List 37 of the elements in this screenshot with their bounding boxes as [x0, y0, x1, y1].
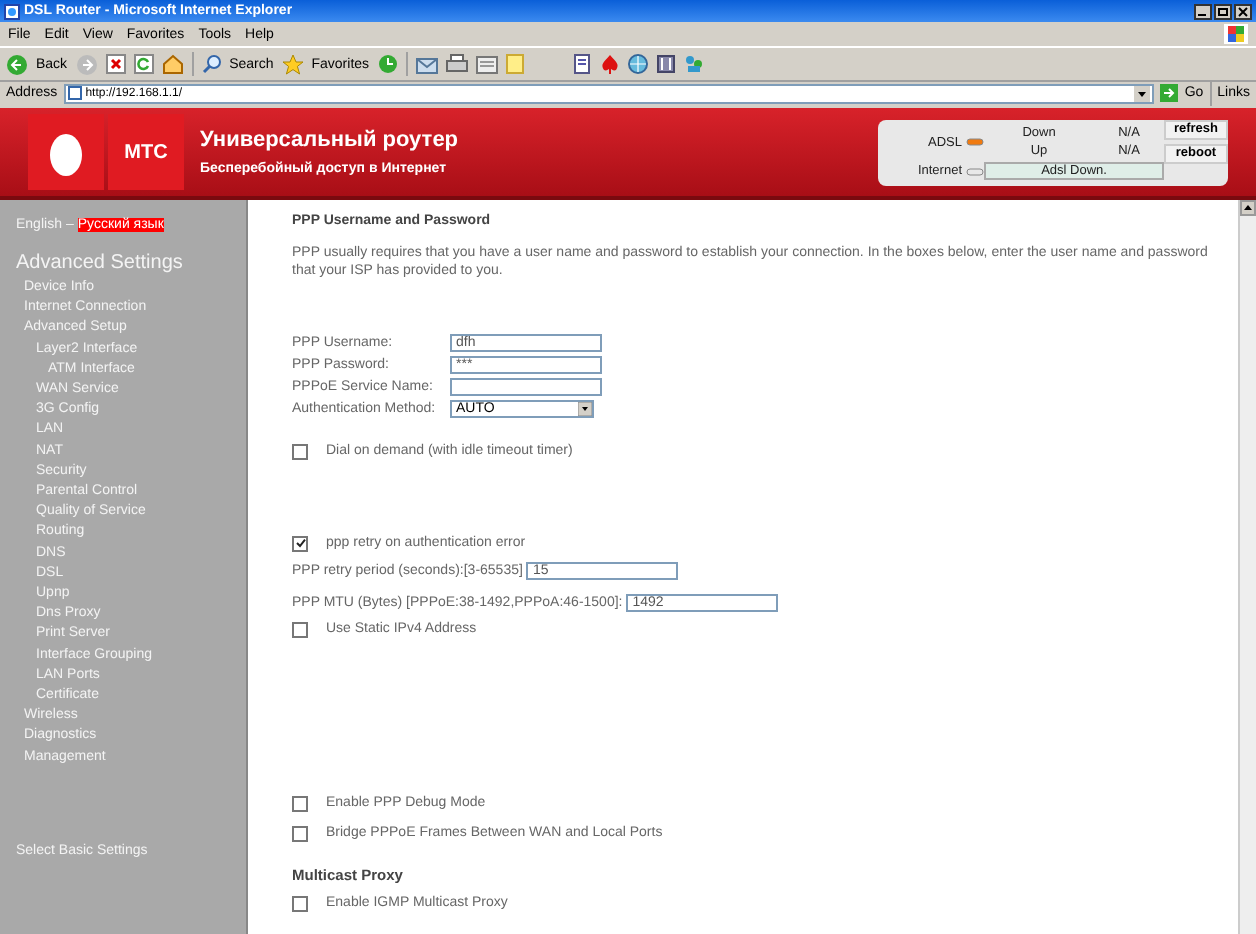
text-field[interactable] [450, 378, 602, 396]
printer-icon[interactable] [445, 54, 468, 74]
adsl-led-icon [966, 138, 984, 147]
document-icon[interactable] [571, 54, 592, 74]
back-arrow-icon[interactable] [6, 53, 28, 75]
internet-led-icon [966, 167, 984, 176]
restore-icon[interactable] [1214, 3, 1232, 19]
checkbox[interactable] [292, 621, 308, 637]
go-arrow-icon[interactable] [1160, 84, 1179, 102]
globe-icon[interactable] [627, 54, 648, 74]
checkmark-icon [295, 538, 305, 548]
page-icon [67, 86, 82, 100]
minimize-icon[interactable] [1194, 3, 1212, 19]
scrollbar[interactable] [1238, 200, 1256, 934]
checkbox[interactable] [292, 825, 308, 841]
checkbox[interactable] [292, 535, 308, 551]
search-icon[interactable] [201, 54, 222, 74]
brand-logo: МТС [108, 114, 184, 190]
edit-icon[interactable] [475, 55, 498, 73]
egg-icon [50, 129, 82, 175]
refresh-icon[interactable] [133, 54, 154, 74]
star-icon[interactable] [281, 53, 304, 75]
page-icon [4, 3, 20, 19]
dropdown-arrow-icon[interactable] [1134, 85, 1151, 101]
history-icon[interactable] [377, 54, 398, 74]
header-title: Универсальный роутер [200, 128, 459, 152]
sidebar-heading: Advanced Settings [16, 252, 185, 274]
home-icon[interactable] [161, 54, 184, 74]
spade-icon[interactable] [599, 54, 620, 74]
stop-icon[interactable] [105, 54, 126, 74]
close-icon[interactable] [1234, 3, 1252, 19]
scroll-up-icon[interactable] [1240, 200, 1256, 216]
checkbox[interactable] [292, 795, 308, 811]
mail-icon[interactable] [415, 55, 438, 73]
dropdown-arrow-icon[interactable] [578, 402, 592, 416]
checkbox[interactable] [292, 895, 308, 911]
checkbox[interactable] [292, 443, 308, 459]
